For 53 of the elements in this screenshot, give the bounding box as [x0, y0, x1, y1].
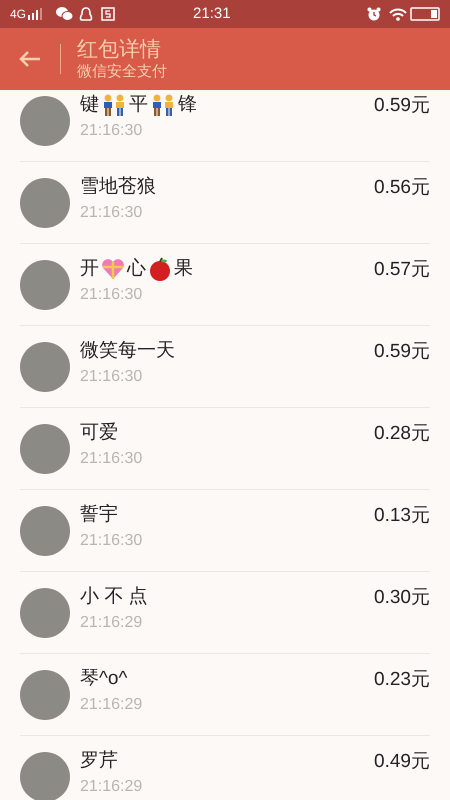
- name-text: 键: [80, 92, 99, 117]
- name-text: 果: [174, 256, 193, 281]
- page-subtitle: 微信安全支付: [77, 62, 167, 82]
- amount-text: 0.23元: [374, 668, 430, 692]
- alarm-icon: [367, 7, 381, 21]
- time-text: 21:16:30: [80, 532, 144, 550]
- avatar-photo-placeholder: [20, 342, 70, 392]
- avatar-photo-placeholder: [20, 670, 70, 720]
- avatar-photo-placeholder: [20, 260, 70, 310]
- time-text: 21:16:29: [80, 696, 144, 714]
- back-arrow-icon: [19, 50, 41, 68]
- name-text: 心: [127, 256, 146, 281]
- battery-icon: [410, 7, 440, 21]
- time-text: 21:16:29: [80, 778, 144, 796]
- amount-text: 0.57元: [374, 258, 430, 282]
- name-text: 雪地苍狼: [80, 174, 156, 199]
- dollar-box-icon: [101, 7, 116, 21]
- amount-text: 0.59元: [374, 94, 430, 118]
- time-text: 21:16:30: [80, 368, 144, 386]
- time-text: 21:16:30: [80, 286, 144, 304]
- time-text: 21:16:30: [80, 122, 144, 140]
- time-text: 21:16:30: [80, 204, 144, 222]
- avatar-photo-placeholder: [20, 752, 70, 800]
- name-text: 可爱: [80, 420, 118, 445]
- avatar-photo-placeholder: [20, 96, 70, 146]
- avatar-photo-placeholder: [20, 588, 70, 638]
- avatar-photo-placeholder: [20, 178, 70, 228]
- amount-text: 0.13元: [374, 504, 430, 528]
- signal-icon: [28, 8, 44, 20]
- network-type-text: 4G: [10, 6, 26, 23]
- amount-text: 0.30元: [374, 586, 430, 610]
- amount-text: 0.56元: [374, 176, 430, 200]
- name-text: 开: [80, 256, 99, 281]
- avatar-photo-placeholder: [20, 506, 70, 556]
- time-text: 21:16:29: [80, 614, 144, 632]
- amount-text: 0.49元: [374, 750, 430, 774]
- name-text: 琴^o^: [80, 666, 128, 691]
- name-text: 微笑每一天: [80, 338, 175, 363]
- gift-heart-emoji-icon: [101, 258, 125, 280]
- name-text: 罗芹: [80, 748, 118, 773]
- name-text: 锋: [178, 92, 197, 117]
- amount-text: 0.59元: [374, 340, 430, 364]
- amount-text: 0.28元: [374, 422, 430, 446]
- time-text: 21:16:30: [80, 450, 144, 468]
- avatar-photo-placeholder: [20, 424, 70, 474]
- name-text: 平: [129, 92, 148, 117]
- chat-bubbles-icon: [56, 7, 74, 21]
- wifi-icon: [389, 8, 407, 20]
- apple-emoji-icon: [148, 257, 172, 281]
- name-text: 誓宇: [80, 502, 118, 527]
- name-text: 小 不 点: [80, 584, 148, 609]
- page-title: 红包详情: [77, 36, 162, 62]
- clock-time-text: 21:31: [193, 4, 231, 24]
